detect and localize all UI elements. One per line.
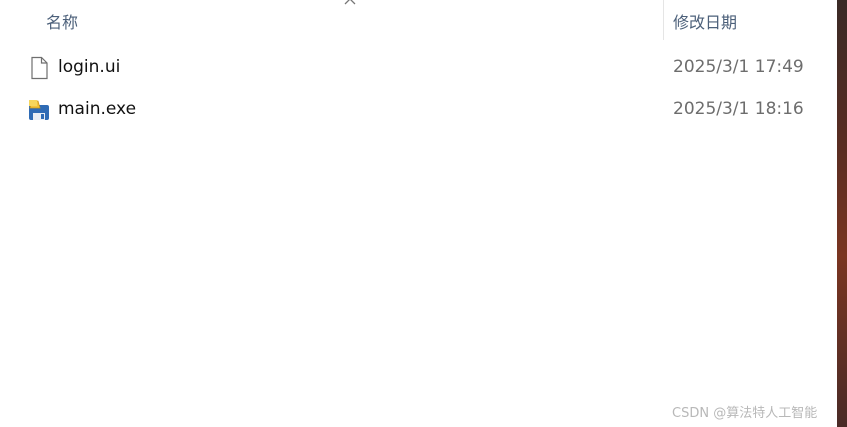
file-row-login-ui[interactable]: login.ui 2025/3/1 17:49 [0, 48, 837, 88]
file-name: login.ui [58, 57, 121, 77]
file-row-main-exe[interactable]: main.exe 2025/3/1 18:16 [0, 90, 837, 130]
column-header-name[interactable]: 名称 [46, 9, 78, 33]
column-divider[interactable] [663, 0, 664, 40]
exe-icon [29, 100, 49, 120]
document-icon [31, 56, 48, 80]
column-header-date-modified[interactable]: 修改日期 [673, 9, 737, 33]
file-list-pane: 名称 修改日期 login.ui 2025/3/1 17:49 main.exe… [0, 0, 837, 427]
file-modified-date: 2025/3/1 17:49 [673, 57, 804, 77]
file-modified-date: 2025/3/1 18:16 [673, 99, 804, 119]
watermark: CSDN @算法特人工智能 [672, 406, 818, 421]
column-header-row: 名称 修改日期 [0, 0, 837, 40]
desktop-background-edge [837, 0, 847, 427]
chevron-up-icon [344, 0, 356, 5]
file-name: main.exe [58, 99, 137, 119]
